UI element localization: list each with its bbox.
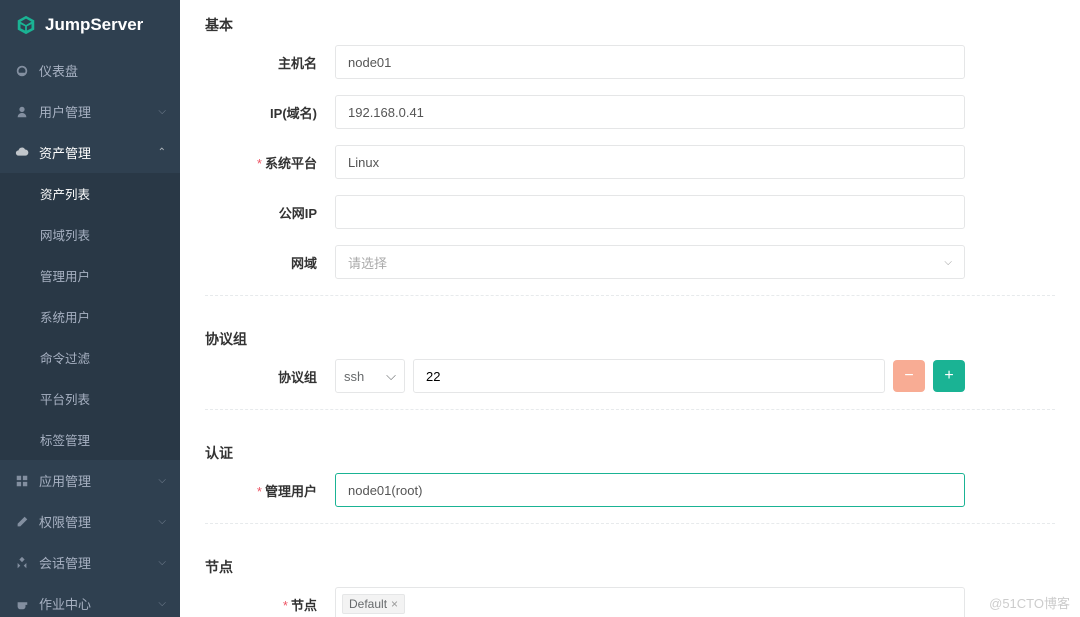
- label-hostname: 主机名: [205, 53, 335, 72]
- label-nodes: *节点: [205, 595, 335, 614]
- domain-select[interactable]: 请选择 ⌵: [335, 245, 965, 279]
- edit-icon: [15, 515, 29, 529]
- nav-assets-submenu: 资产列表 网域列表 管理用户 系统用户 命令过滤 平台列表 标签管理: [0, 173, 180, 460]
- label-protocols: 协议组: [205, 367, 335, 386]
- rocket-icon: [15, 556, 29, 570]
- public-ip-input[interactable]: [335, 195, 965, 229]
- nav-dashboard[interactable]: 仪表盘: [0, 50, 180, 91]
- port-input[interactable]: [413, 359, 885, 393]
- nav-perms[interactable]: 权限管理 ⌵: [0, 501, 180, 542]
- nav-apps[interactable]: 应用管理 ⌵: [0, 460, 180, 501]
- nav-system-user[interactable]: 系统用户: [0, 296, 180, 337]
- main-content: 基本 主机名 IP(域名) *系统平台 公网IP 网域 请选择 ⌵: [180, 0, 1080, 617]
- remove-tag-icon[interactable]: ×: [391, 597, 398, 611]
- nav-users[interactable]: 用户管理 ⌵: [0, 91, 180, 132]
- nav-cmd-filter[interactable]: 命令过滤: [0, 337, 180, 378]
- label-admin-user: *管理用户: [205, 481, 335, 500]
- nodes-input[interactable]: Default ×: [335, 587, 965, 617]
- section-basic: 基本: [205, 0, 1055, 45]
- nav-label-mgmt[interactable]: 标签管理: [0, 419, 180, 460]
- nav-dashboard-label: 仪表盘: [39, 61, 78, 80]
- remove-protocol-button[interactable]: −: [893, 360, 925, 392]
- chevron-up-icon: ⌃: [158, 147, 166, 158]
- platform-input[interactable]: [335, 145, 965, 179]
- section-node: 节点: [205, 542, 1055, 587]
- nav-domain-list[interactable]: 网域列表: [0, 214, 180, 255]
- chevron-down-icon: ⌵: [158, 598, 166, 609]
- users-icon: [15, 105, 29, 119]
- sidebar: JumpServer 仪表盘 用户管理 ⌵ 资产管理 ⌃ 资产列表 网域列表 管…: [0, 0, 180, 617]
- logo-icon: [15, 14, 37, 36]
- admin-user-input[interactable]: [335, 473, 965, 507]
- section-protocol: 协议组: [205, 314, 1055, 359]
- hostname-input[interactable]: [335, 45, 965, 79]
- chevron-down-icon: ⌵: [158, 516, 166, 527]
- coffee-icon: [15, 597, 29, 611]
- label-platform: *系统平台: [205, 153, 335, 172]
- nav-sessions[interactable]: 会话管理 ⌵: [0, 542, 180, 583]
- nav-users-label: 用户管理: [39, 102, 91, 121]
- label-domain: 网域: [205, 253, 335, 272]
- chevron-down-icon: ⌵: [158, 557, 166, 568]
- nav-assets-label: 资产管理: [39, 143, 91, 162]
- nav-sessions-label: 会话管理: [39, 553, 91, 572]
- chevron-down-icon: ⌵: [944, 257, 952, 268]
- logo[interactable]: JumpServer: [0, 0, 180, 50]
- chevron-down-icon: ⌵: [386, 368, 396, 384]
- nav-apps-label: 应用管理: [39, 471, 91, 490]
- nav-perms-label: 权限管理: [39, 512, 91, 531]
- tag-chip: Default ×: [342, 594, 405, 614]
- section-auth: 认证: [205, 428, 1055, 473]
- nav-asset-list[interactable]: 资产列表: [0, 173, 180, 214]
- nav-platform-list[interactable]: 平台列表: [0, 378, 180, 419]
- chevron-down-icon: ⌵: [158, 475, 166, 486]
- nav-assets[interactable]: 资产管理 ⌃: [0, 132, 180, 173]
- protocol-select[interactable]: ssh ⌵: [335, 359, 405, 393]
- nav-admin-user[interactable]: 管理用户: [0, 255, 180, 296]
- brand-text: JumpServer: [45, 15, 143, 35]
- nav-ops[interactable]: 作业中心 ⌵: [0, 583, 180, 617]
- add-protocol-button[interactable]: +: [933, 360, 965, 392]
- dashboard-icon: [15, 64, 29, 78]
- ip-input[interactable]: [335, 95, 965, 129]
- label-public-ip: 公网IP: [205, 203, 335, 222]
- chevron-down-icon: ⌵: [158, 106, 166, 117]
- cloud-icon: [15, 146, 29, 160]
- label-ip: IP(域名): [205, 103, 335, 122]
- watermark: @51CTO博客: [989, 593, 1070, 612]
- nav-ops-label: 作业中心: [39, 594, 91, 613]
- grid-icon: [15, 474, 29, 488]
